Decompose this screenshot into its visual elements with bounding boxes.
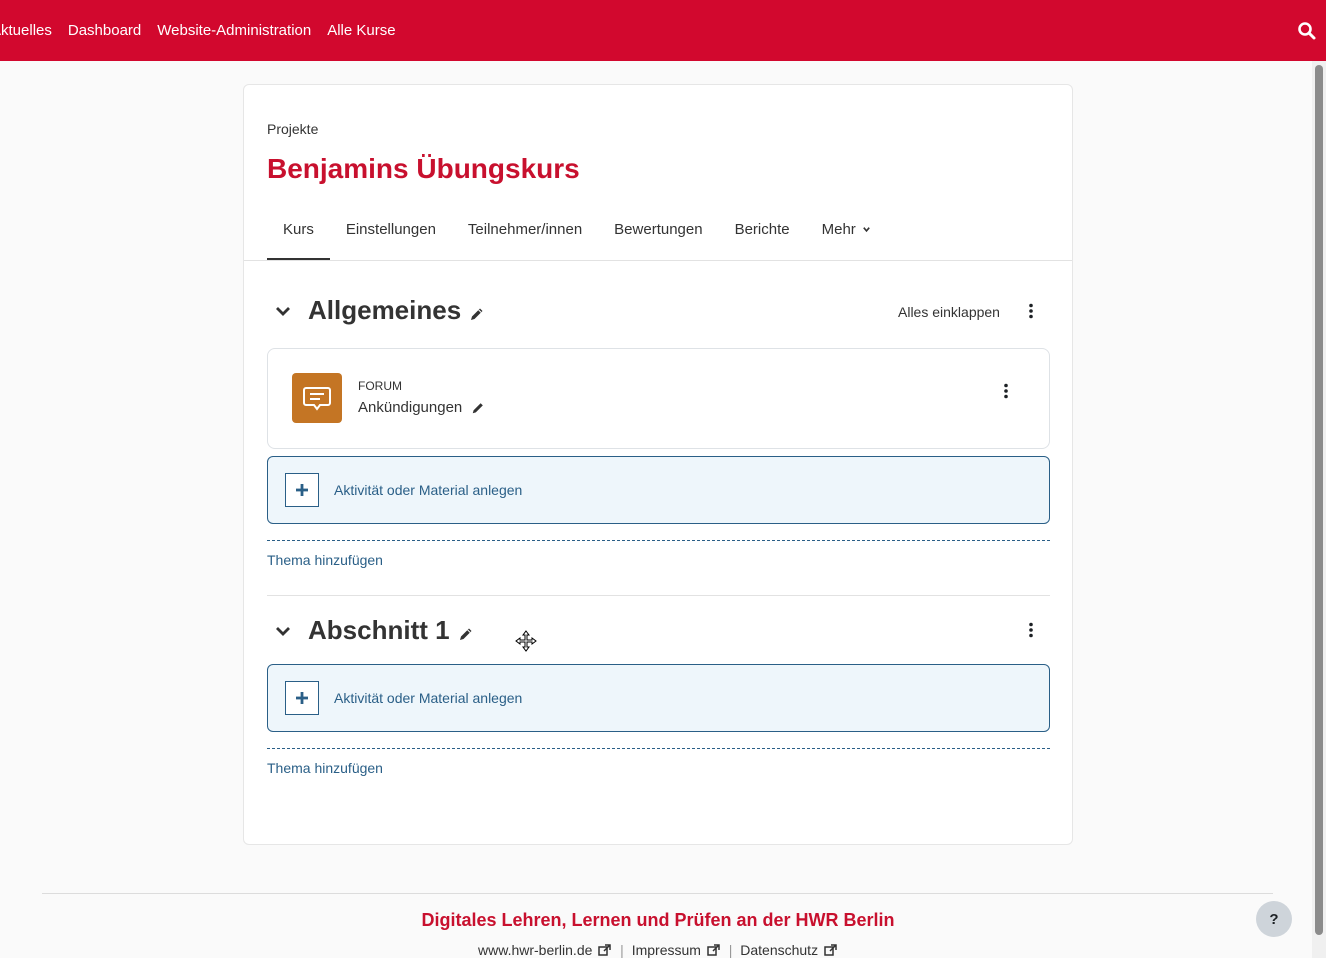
footer-link-impressum[interactable]: Impressum: [632, 942, 701, 958]
plus-icon: [285, 473, 319, 507]
footer-title: Digitales Lehren, Lernen und Prüfen an d…: [421, 910, 895, 930]
collapse-all-link[interactable]: Alles einklappen: [898, 304, 1000, 320]
move-cursor-icon: [515, 630, 537, 652]
scrollbar-thumb[interactable]: [1315, 65, 1323, 935]
link-separator: |: [620, 942, 624, 958]
add-topic-link[interactable]: Thema hinzufügen: [267, 760, 383, 776]
more-actions-icon[interactable]: [1003, 383, 1009, 399]
more-actions-icon[interactable]: [1028, 622, 1034, 638]
pencil-icon[interactable]: [458, 626, 474, 642]
tabs-divider: [244, 260, 1072, 261]
external-link-icon: [707, 943, 721, 956]
section-separator: [267, 595, 1050, 596]
forum-glyph: [303, 387, 331, 411]
activity-name: Ankündigungen: [358, 399, 485, 416]
chevron-down-icon[interactable]: [274, 302, 292, 320]
section-title[interactable]: Abschnitt 1: [308, 615, 450, 646]
activity-link[interactable]: Ankündigungen: [358, 399, 462, 416]
nav-item-aktuelles[interactable]: Aktuelles: [0, 22, 52, 39]
add-activity-label: Aktivität oder Material anlegen: [334, 690, 523, 706]
plus-glyph: [296, 484, 308, 496]
add-topic-link[interactable]: Thema hinzufügen: [267, 552, 383, 568]
page-scrollbar[interactable]: [1312, 61, 1326, 958]
activity-card: FORUM Ankündigungen: [267, 348, 1050, 449]
primary-navigation: Aktuelles Dashboard Website-Administrati…: [0, 0, 412, 61]
add-activity-button[interactable]: Aktivität oder Material anlegen: [267, 664, 1050, 732]
add-activity-button[interactable]: Aktivität oder Material anlegen: [267, 456, 1050, 524]
tab-mehr-label: Mehr: [821, 221, 856, 238]
course-tabs: Kurs Einstellungen Teilnehmer/innen Bewe…: [267, 221, 887, 261]
tab-mehr[interactable]: Mehr: [806, 221, 887, 261]
chevron-down-icon: [863, 227, 870, 233]
chevron-down-icon[interactable]: [274, 622, 292, 640]
pencil-icon[interactable]: [469, 306, 485, 322]
search-icon[interactable]: [1297, 21, 1317, 41]
section-divider: [267, 748, 1050, 749]
top-navbar: Aktuelles Dashboard Website-Administrati…: [0, 0, 1326, 61]
page-title: Benjamins Übungskurs: [267, 153, 580, 184]
add-activity-label: Aktivität oder Material anlegen: [334, 482, 523, 498]
forum-icon[interactable]: [292, 373, 342, 423]
section-divider: [267, 540, 1050, 541]
section-header-abschnitt-1: Abschnitt 1: [274, 615, 474, 646]
section-title[interactable]: Allgemeines: [308, 295, 461, 326]
help-button[interactable]: ?: [1256, 901, 1292, 937]
footer-link-hwr[interactable]: www.hwr-berlin.de: [478, 942, 592, 958]
course-card: Projekte Benjamins Übungskurs Kurs Einst…: [243, 84, 1073, 845]
tab-bewertungen[interactable]: Bewertungen: [598, 221, 718, 261]
external-link-icon: [598, 943, 612, 956]
nav-item-dashboard[interactable]: Dashboard: [68, 22, 141, 39]
nav-item-alle-kurse[interactable]: Alle Kurse: [327, 22, 395, 39]
plus-icon: [285, 681, 319, 715]
footer-divider: [42, 893, 1273, 894]
tab-teilnehmer[interactable]: Teilnehmer/innen: [452, 221, 598, 261]
pencil-icon[interactable]: [471, 401, 485, 415]
tab-kurs[interactable]: Kurs: [267, 221, 330, 261]
section-header-allgemeines: Allgemeines: [274, 295, 485, 326]
plus-glyph: [296, 692, 308, 704]
footer-links: www.hwr-berlin.de | Impressum | Datensch…: [0, 942, 1316, 958]
external-link-icon: [824, 943, 838, 956]
more-actions-icon[interactable]: [1028, 303, 1034, 319]
nav-item-website-administration[interactable]: Website-Administration: [157, 22, 311, 39]
tab-berichte[interactable]: Berichte: [719, 221, 806, 261]
tab-einstellungen[interactable]: Einstellungen: [330, 221, 452, 261]
link-separator: |: [728, 942, 733, 958]
activity-type: FORUM: [358, 379, 402, 393]
footer-link-datenschutz[interactable]: Datenschutz: [740, 942, 818, 958]
breadcrumb[interactable]: Projekte: [267, 121, 318, 137]
